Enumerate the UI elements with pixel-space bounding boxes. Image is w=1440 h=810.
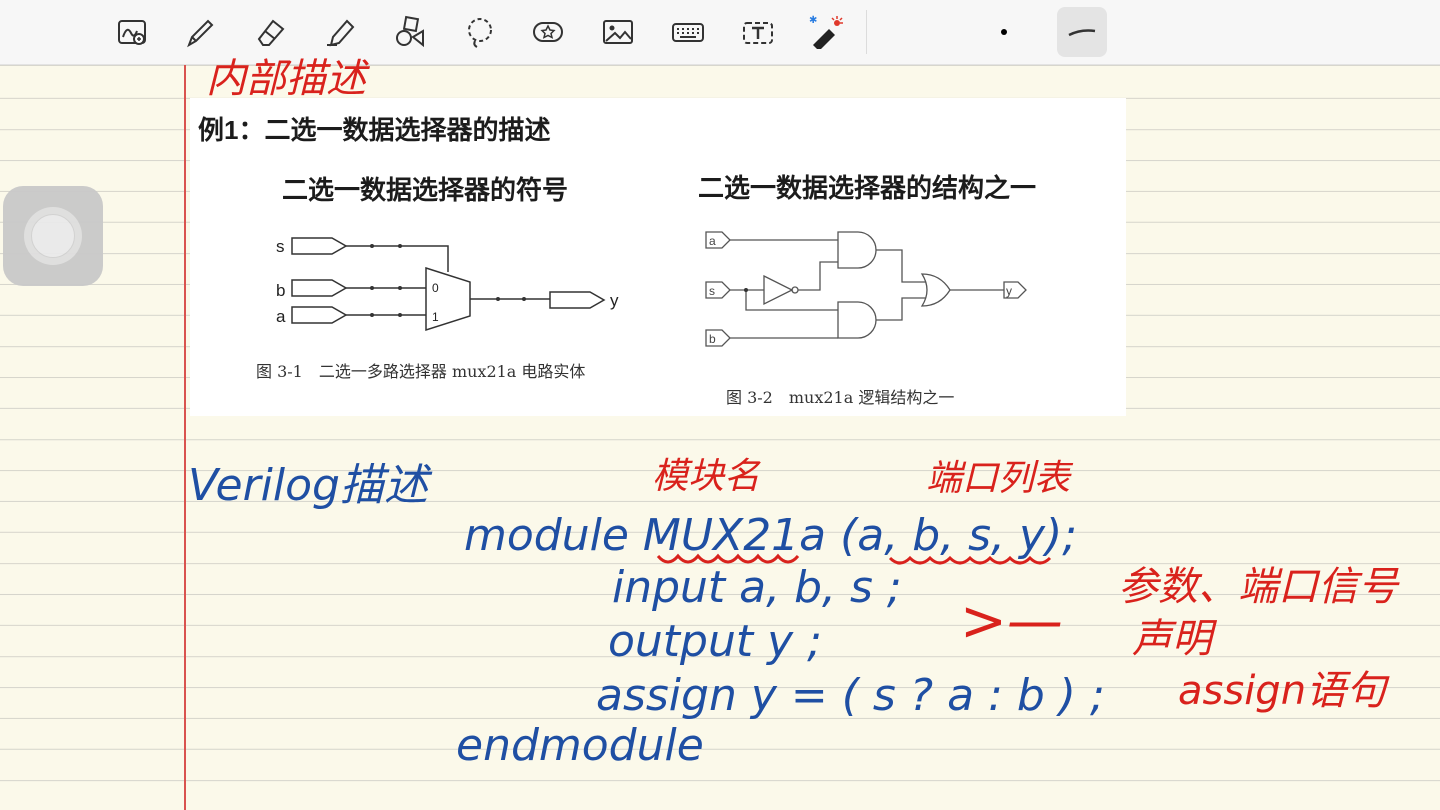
laser-pointer-icon[interactable]: ✱ bbox=[806, 12, 846, 52]
text-icon[interactable] bbox=[738, 12, 778, 52]
image-icon[interactable] bbox=[598, 12, 638, 52]
mux-input-1: 1 bbox=[432, 310, 439, 324]
shapes-icon[interactable] bbox=[390, 12, 430, 52]
margin-line bbox=[184, 64, 186, 810]
pin-label-a-right: a bbox=[709, 234, 716, 248]
sticker-icon[interactable] bbox=[528, 12, 568, 52]
mux-output-y: y bbox=[610, 291, 619, 310]
pasted-figure[interactable]: 例1：二选一数据选择器的描述 二选一数据选择器的符号 二选一数据选择器的结构之一… bbox=[190, 98, 1126, 416]
logic-output-y: y bbox=[1006, 284, 1012, 298]
mux-structure-subtitle: 二选一数据选择器的结构之一 bbox=[698, 173, 1037, 203]
drawing-toolbar: ✱ bbox=[0, 0, 1440, 65]
svg-text:✱: ✱ bbox=[809, 15, 817, 26]
pin-label-b-right: b bbox=[709, 332, 716, 346]
example-title: 例1：二选一数据选择器的描述 bbox=[198, 115, 551, 145]
toolbar-separator bbox=[866, 10, 867, 54]
highlighter-icon[interactable] bbox=[320, 12, 360, 52]
pen-icon[interactable] bbox=[180, 12, 220, 52]
eraser-icon[interactable] bbox=[250, 12, 290, 52]
pin-label-a: a bbox=[276, 307, 286, 326]
mux-input-0: 0 bbox=[432, 281, 439, 295]
lasso-select-icon[interactable] bbox=[460, 12, 500, 52]
stroke-width-icon[interactable] bbox=[1057, 7, 1107, 57]
pin-label-s: s bbox=[276, 237, 285, 256]
lasso-handwriting-icon[interactable] bbox=[112, 12, 152, 52]
mux-symbol-diagram: s b a 0 1 y bbox=[276, 237, 619, 332]
keyboard-icon[interactable] bbox=[668, 12, 708, 52]
pin-label-s-right: s bbox=[709, 284, 715, 298]
pin-label-b: b bbox=[276, 281, 285, 300]
assistive-touch-button[interactable] bbox=[3, 186, 103, 286]
left-figure-caption: 图 3-1 二选一多路选择器 mux21a 电路实体 bbox=[256, 362, 586, 381]
color-dot-icon[interactable] bbox=[984, 12, 1024, 52]
mux-symbol-subtitle: 二选一数据选择器的符号 bbox=[282, 175, 569, 205]
mux-logic-diagram: a s b y bbox=[705, 231, 1027, 347]
right-figure-caption: 图 3-2 mux21a 逻辑结构之一 bbox=[726, 388, 955, 407]
